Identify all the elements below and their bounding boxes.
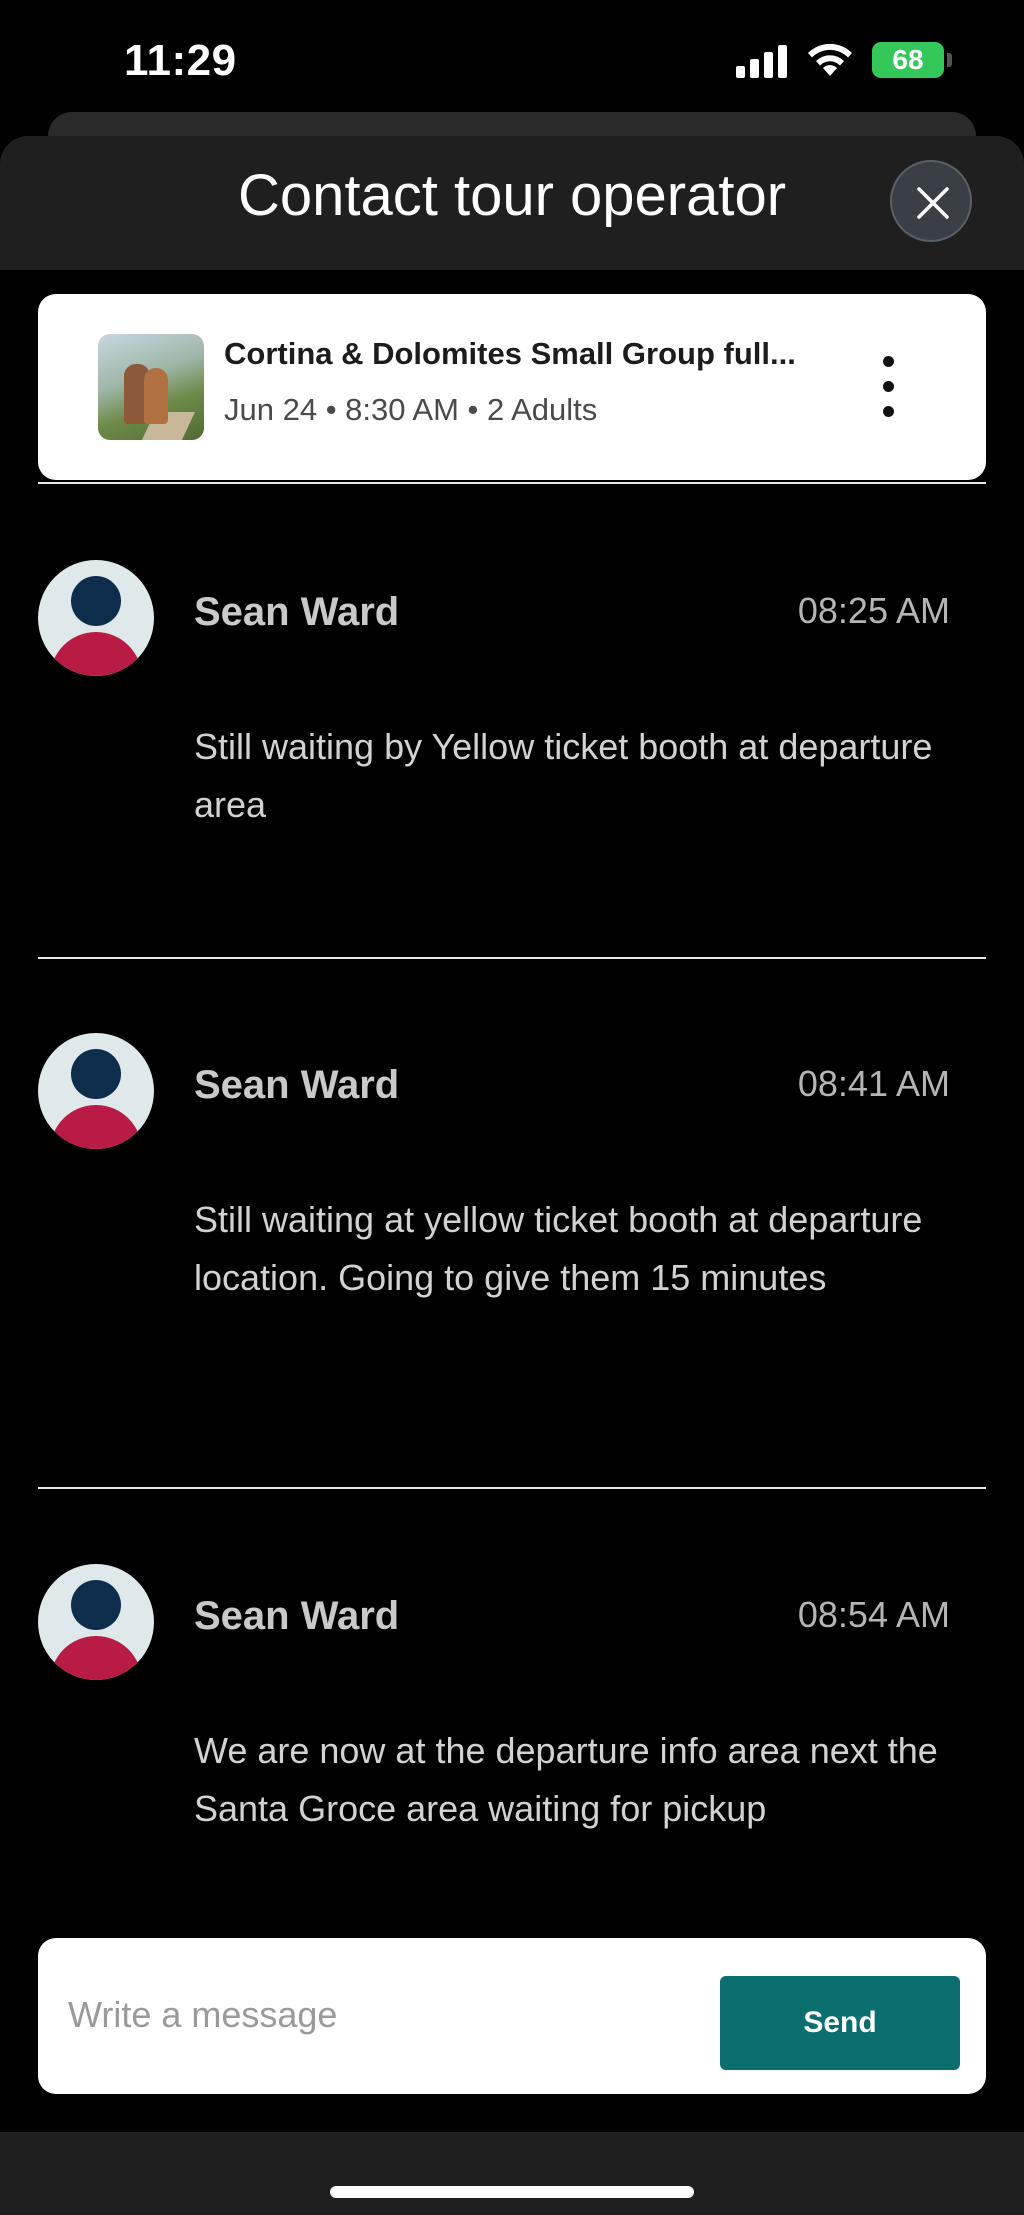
- avatar: [38, 1564, 154, 1680]
- close-icon: [917, 187, 949, 219]
- page-title: Contact tour operator: [237, 163, 787, 228]
- divider: [38, 957, 986, 959]
- message-time: 08:41 AM: [797, 1063, 950, 1104]
- bottom-bar: [0, 2132, 1024, 2215]
- booking-title: Cortina & Dolomites Small Group full...: [224, 336, 796, 371]
- status-bar: 11:29 68: [0, 0, 1024, 120]
- close-button[interactable]: [890, 160, 972, 242]
- message-composer: Send: [38, 1938, 986, 2094]
- sender-name: Sean Ward: [194, 590, 400, 634]
- avatar: [38, 560, 154, 676]
- divider: [38, 482, 986, 484]
- booking-card[interactable]: Cortina & Dolomites Small Group full... …: [38, 294, 986, 480]
- send-button[interactable]: Send: [720, 1976, 960, 2070]
- message-text: Still waiting at yellow ticket booth at …: [194, 1199, 923, 1298]
- status-time: 11:29: [124, 36, 237, 85]
- message-time: 08:25 AM: [797, 590, 950, 631]
- sender-name: Sean Ward: [194, 1063, 400, 1107]
- message-text: We are now at the departure info area ne…: [194, 1730, 938, 1829]
- divider: [38, 1487, 986, 1489]
- wifi-icon: [808, 43, 852, 76]
- booking-details: Jun 24 • 8:30 AM • 2 Adults: [224, 392, 598, 427]
- message-text: Still waiting by Yellow ticket booth at …: [194, 726, 933, 825]
- message-time: 08:54 AM: [797, 1594, 950, 1635]
- home-indicator[interactable]: [330, 2186, 694, 2198]
- battery-level: 68: [892, 44, 924, 75]
- more-options-button[interactable]: [868, 352, 908, 422]
- avatar: [38, 1033, 154, 1149]
- sender-name: Sean Ward: [194, 1594, 400, 1638]
- sheet-header: Contact tour operator: [0, 136, 1024, 270]
- signal-icon: [736, 44, 792, 78]
- battery-charging-icon: 68: [872, 42, 952, 78]
- tour-thumbnail: [98, 334, 204, 440]
- message-input[interactable]: [66, 1974, 730, 2056]
